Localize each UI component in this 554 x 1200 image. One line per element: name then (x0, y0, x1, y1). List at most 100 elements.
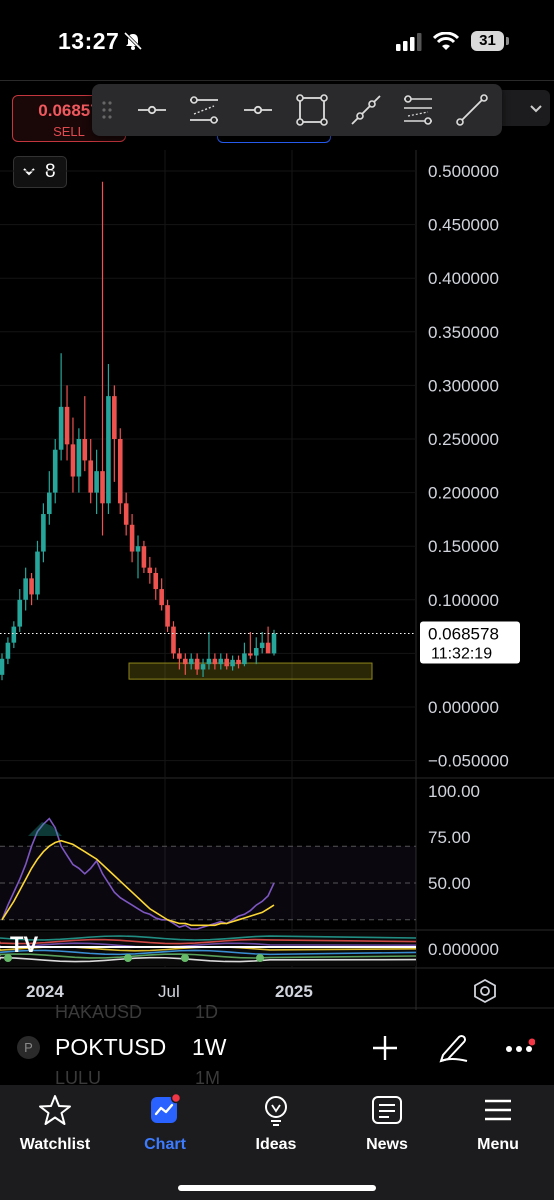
volume-pane: TV 0.000000 (0, 932, 499, 966)
drag-handle-icon[interactable] (102, 100, 112, 120)
symbol-logo: P (17, 1036, 40, 1059)
candle-body (52, 449, 58, 493)
candle-body (200, 664, 206, 670)
volume-tick-label: 0.000000 (428, 940, 499, 959)
tradingview-logo: TV (10, 932, 38, 957)
candle-body (236, 659, 241, 665)
price-chart[interactable]: 0.500000 0.450000 0.400000 0.350000 0.300000… (0, 150, 554, 1010)
status-time: 13:27 (58, 28, 120, 54)
countdown-label: 11:32:19 (431, 645, 492, 662)
lightbulb-icon (265, 1096, 287, 1126)
star-icon (39, 1095, 71, 1125)
chart-icon (151, 1092, 182, 1123)
candles-layer (0, 181, 277, 681)
candle-body (94, 471, 99, 493)
tab-label: News (366, 1136, 408, 1153)
parallel-channel-tool-icon[interactable] (186, 92, 222, 128)
candle-body (259, 642, 265, 649)
volume-marker (124, 954, 132, 962)
wifi-icon (433, 32, 459, 50)
trend-line-points-tool-icon[interactable] (348, 92, 384, 128)
header-divider (0, 80, 554, 81)
horizontal-ray-tool-icon[interactable] (240, 92, 276, 128)
fib-retracement-tool-icon[interactable] (400, 92, 436, 128)
price-axis: 0.500000 0.450000 0.400000 0.350000 0.300000… (420, 162, 520, 771)
candle-body (11, 626, 17, 643)
ghost-symbol: HAKAUSD (55, 1002, 143, 1022)
signal-icon (396, 33, 422, 51)
more-icon[interactable] (505, 1038, 535, 1060)
price-tick-label: 0.100000 (428, 591, 499, 610)
candle-body (47, 492, 52, 515)
candle-body (70, 444, 76, 477)
candle-body (271, 633, 277, 654)
menu-icon (485, 1099, 511, 1121)
time-tick-label: 2024 (26, 982, 64, 1001)
tab-news[interactable]: News (332, 1093, 442, 1154)
price-tick-label: 0.200000 (428, 484, 499, 503)
price-tick-label: 0.450000 (428, 216, 499, 235)
candle-body (76, 439, 82, 477)
candle-body (23, 578, 28, 600)
candle-body (82, 439, 88, 461)
status-bar: 13:27 31 (0, 0, 554, 80)
candle-body (112, 396, 117, 439)
toolbar-dropdown[interactable] (495, 90, 550, 126)
tab-chart[interactable]: Chart (110, 1092, 220, 1154)
candle-body (129, 524, 135, 552)
tab-menu[interactable]: Menu (443, 1093, 553, 1154)
trend-line-tool-icon[interactable] (454, 92, 490, 128)
candle-body (183, 658, 188, 665)
price-tick-label: 0.300000 (428, 376, 499, 395)
interval-selector[interactable]: 1W (192, 1034, 227, 1061)
volume-marker (181, 954, 189, 962)
tab-label: Chart (144, 1136, 186, 1153)
support-zone (128, 662, 373, 680)
tab-watchlist[interactable]: Watchlist (0, 1093, 110, 1154)
tab-label: Ideas (255, 1136, 297, 1153)
candle-body (123, 503, 129, 525)
tab-label: Watchlist (19, 1136, 91, 1153)
candle-body (117, 439, 123, 504)
candle-body (88, 460, 93, 493)
candle-body (253, 648, 259, 656)
candle-body (141, 546, 147, 568)
candle-body (135, 546, 141, 552)
candle-body (218, 658, 224, 665)
price-tick-label: 0.500000 (428, 162, 499, 181)
price-tick-label: −0.050000 (428, 752, 509, 771)
drawing-toolbar (92, 84, 502, 136)
plus-icon[interactable] (371, 1034, 399, 1062)
horizontal-line-tool-icon[interactable] (134, 92, 170, 128)
rectangle-tool-icon[interactable] (294, 92, 330, 128)
chart-settings-icon[interactable] (474, 978, 496, 1004)
candle-body (58, 406, 64, 450)
pen-icon[interactable] (437, 1031, 471, 1063)
candle-body (0, 658, 5, 675)
candle-body (242, 653, 247, 665)
rsi-tick-label: 50.00 (428, 874, 471, 893)
price-tick-label: 0.400000 (428, 269, 499, 288)
tab-ideas[interactable]: Ideas (221, 1093, 331, 1154)
rsi-pane: 100.00 75.00 50.00 (0, 782, 480, 930)
candle-body (153, 573, 159, 590)
candle-body (5, 642, 11, 659)
hexagon-shape (474, 978, 496, 1004)
candle-body (206, 658, 212, 665)
price-tick-label: 0.150000 (428, 537, 499, 556)
news-icon (372, 1096, 402, 1124)
price-tick-label: 0.000000 (428, 698, 499, 717)
symbol-selector[interactable]: POKTUSD (55, 1034, 166, 1061)
candle-body (230, 659, 235, 667)
rsi-tick-label: 75.00 (428, 828, 471, 847)
candle-body (147, 567, 153, 573)
candle-body (265, 642, 271, 654)
chevron-down-icon (530, 105, 542, 113)
tab-bar: Watchlist Chart Ideas News Menu (0, 1085, 554, 1200)
candle-body (35, 551, 40, 595)
candle-body (177, 653, 182, 659)
time-tick-label: 2025 (275, 982, 313, 1001)
battery-indicator: 31 (471, 31, 504, 51)
candle-body (17, 599, 23, 627)
candle-body (212, 658, 218, 665)
